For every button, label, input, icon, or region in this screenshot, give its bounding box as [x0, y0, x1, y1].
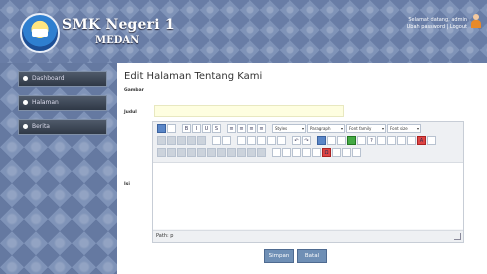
insert-col-before-icon[interactable] [217, 148, 226, 157]
sidebar-item-label: Berita [32, 123, 50, 130]
school-logo-icon [20, 13, 60, 53]
align-justify-icon[interactable]: ≡ [257, 124, 266, 133]
editor-statusbar: Path: p [153, 230, 463, 242]
html-code-icon[interactable] [377, 136, 386, 145]
font-family-select[interactable]: Font family ▾ [346, 124, 386, 133]
split-cells-icon[interactable] [247, 148, 256, 157]
chevron-down-icon: ▾ [381, 126, 384, 131]
editor-toolbar: B I U S ≡ ≡ ≡ ≡ Styles ▾ Paragraph ▾ Font … [153, 122, 463, 163]
anchor-icon[interactable] [337, 136, 346, 145]
font-size-select[interactable]: Font size ▾ [387, 124, 421, 133]
sidebar-item-halaman[interactable]: Halaman [18, 95, 107, 111]
circle-bullet-icon [23, 76, 28, 81]
paste-icon[interactable] [177, 136, 186, 145]
rich-text-editor: B I U S ≡ ≡ ≡ ≡ Styles ▾ Paragraph ▾ Font … [152, 121, 464, 243]
judul-label: Judul [124, 110, 137, 115]
resize-handle-icon[interactable] [454, 233, 461, 240]
cleanup-icon[interactable] [357, 136, 366, 145]
user-avatar-icon [471, 14, 481, 28]
insert-time-icon[interactable] [397, 136, 406, 145]
table-icon[interactable] [157, 148, 166, 157]
insert-date-icon[interactable] [387, 136, 396, 145]
horizontal-rule-icon[interactable] [272, 148, 281, 157]
insert-row-after-icon[interactable] [197, 148, 206, 157]
replace-icon[interactable] [222, 136, 231, 145]
main-content: Edit Halaman Tentang Kami Gambar Judul I… [117, 63, 487, 274]
delete-col-icon[interactable] [237, 148, 246, 157]
judul-input[interactable] [154, 105, 344, 117]
paragraph-select-value: Paragraph [310, 126, 331, 131]
sidebar-item-label: Dashboard [32, 75, 65, 82]
chevron-down-icon: ▾ [301, 126, 304, 131]
insert-col-after-icon[interactable] [227, 148, 236, 157]
editor-content-area[interactable] [153, 163, 463, 229]
help-icon[interactable]: ? [367, 136, 376, 145]
bullet-list-icon[interactable] [237, 136, 246, 145]
special-char-icon[interactable]: Ω [322, 148, 331, 157]
page-title: Edit Halaman Tentang Kami [124, 71, 263, 82]
media-icon[interactable] [342, 148, 351, 157]
underline-icon[interactable]: U [202, 124, 211, 133]
save-icon[interactable] [157, 124, 166, 133]
paste-text-icon[interactable] [187, 136, 196, 145]
gambar-label: Gambar [124, 88, 144, 93]
user-links[interactable]: Ubah password | Logout [407, 24, 467, 30]
find-icon[interactable] [212, 136, 221, 145]
school-city: MEDAN [95, 35, 140, 46]
strikethrough-icon[interactable]: S [212, 124, 221, 133]
emoticon-icon[interactable] [332, 148, 341, 157]
cell-props-icon[interactable] [177, 148, 186, 157]
save-button[interactable]: Simpan [264, 249, 294, 263]
image-icon[interactable] [347, 136, 356, 145]
cut-icon[interactable] [157, 136, 166, 145]
new-document-icon[interactable] [167, 124, 176, 133]
font-family-select-value: Font family [349, 126, 372, 131]
chevron-down-icon: ▾ [416, 126, 419, 131]
circle-bullet-icon [23, 124, 28, 129]
delete-row-icon[interactable] [207, 148, 216, 157]
welcome-text: Selamat datang, admin [408, 17, 467, 23]
styles-select[interactable]: Styles ▾ [272, 124, 306, 133]
numbered-list-icon[interactable] [247, 136, 256, 145]
visual-aid-icon[interactable] [292, 148, 301, 157]
remove-format-icon[interactable] [282, 148, 291, 157]
subscript-icon[interactable] [302, 148, 311, 157]
preview-icon[interactable] [407, 136, 416, 145]
text-color-icon[interactable]: A [417, 136, 426, 145]
copy-icon[interactable] [167, 136, 176, 145]
outdent-icon[interactable] [257, 136, 266, 145]
superscript-icon[interactable] [312, 148, 321, 157]
styles-select-value: Styles [275, 126, 288, 131]
paragraph-select[interactable]: Paragraph ▾ [307, 124, 345, 133]
redo-icon[interactable]: ↷ [302, 136, 311, 145]
blockquote-icon[interactable] [277, 136, 286, 145]
bold-icon[interactable]: B [182, 124, 191, 133]
merge-cells-icon[interactable] [257, 148, 266, 157]
insert-row-before-icon[interactable] [187, 148, 196, 157]
indent-icon[interactable] [267, 136, 276, 145]
circle-bullet-icon [23, 100, 28, 105]
undo-icon[interactable]: ↶ [292, 136, 301, 145]
cancel-button[interactable]: Batal [297, 249, 327, 263]
font-size-select-value: Font size [390, 126, 408, 131]
fullscreen-icon[interactable] [352, 148, 361, 157]
paste-word-icon[interactable] [197, 136, 206, 145]
sidebar-item-dashboard[interactable]: Dashboard [18, 71, 107, 87]
background-color-icon[interactable] [427, 136, 436, 145]
isi-label: Isi [124, 182, 130, 187]
unlink-icon[interactable] [327, 136, 336, 145]
sidebar-item-label: Halaman [32, 99, 59, 106]
sidebar: Dashboard Halaman Berita [0, 63, 117, 274]
chevron-down-icon: ▾ [340, 126, 343, 131]
align-left-icon[interactable]: ≡ [227, 124, 236, 133]
italic-icon[interactable]: I [192, 124, 201, 133]
school-name: SMK Negeri 1 [62, 17, 175, 33]
align-center-icon[interactable]: ≡ [237, 124, 246, 133]
header: SMK Negeri 1 MEDAN Selamat datang, admin… [0, 0, 487, 63]
row-props-icon[interactable] [167, 148, 176, 157]
editor-path: Path: p [156, 233, 174, 239]
link-icon[interactable] [317, 136, 326, 145]
sidebar-item-berita[interactable]: Berita [18, 119, 107, 135]
align-right-icon[interactable]: ≡ [247, 124, 256, 133]
